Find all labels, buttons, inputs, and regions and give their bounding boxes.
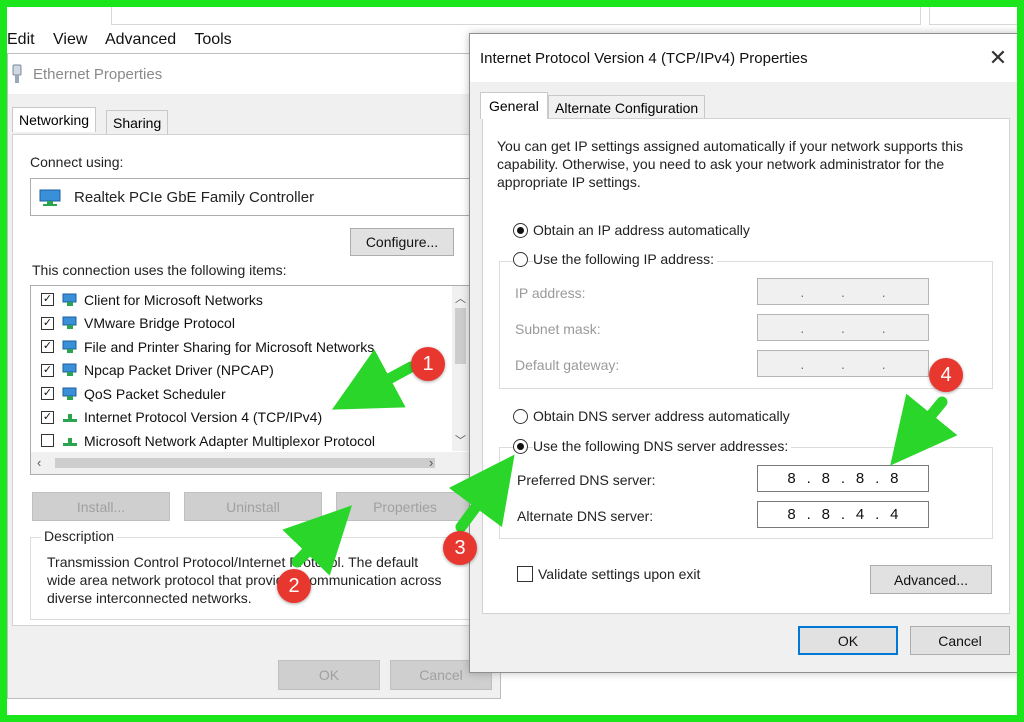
annotation-badge-1: 1 xyxy=(411,347,445,381)
annotation-arrows xyxy=(282,349,958,576)
arrow-2 xyxy=(282,505,352,576)
arrow-4 xyxy=(890,393,958,466)
annotation-badge-4: 4 xyxy=(929,358,963,392)
arrow-1 xyxy=(331,349,417,410)
annotation-badge-2: 2 xyxy=(277,569,311,603)
arrow-3 xyxy=(448,454,515,533)
annotation-badge-3: 3 xyxy=(443,531,477,565)
screenshot-frame: Edit View Advanced Tools Ethernet Proper… xyxy=(0,0,1024,722)
